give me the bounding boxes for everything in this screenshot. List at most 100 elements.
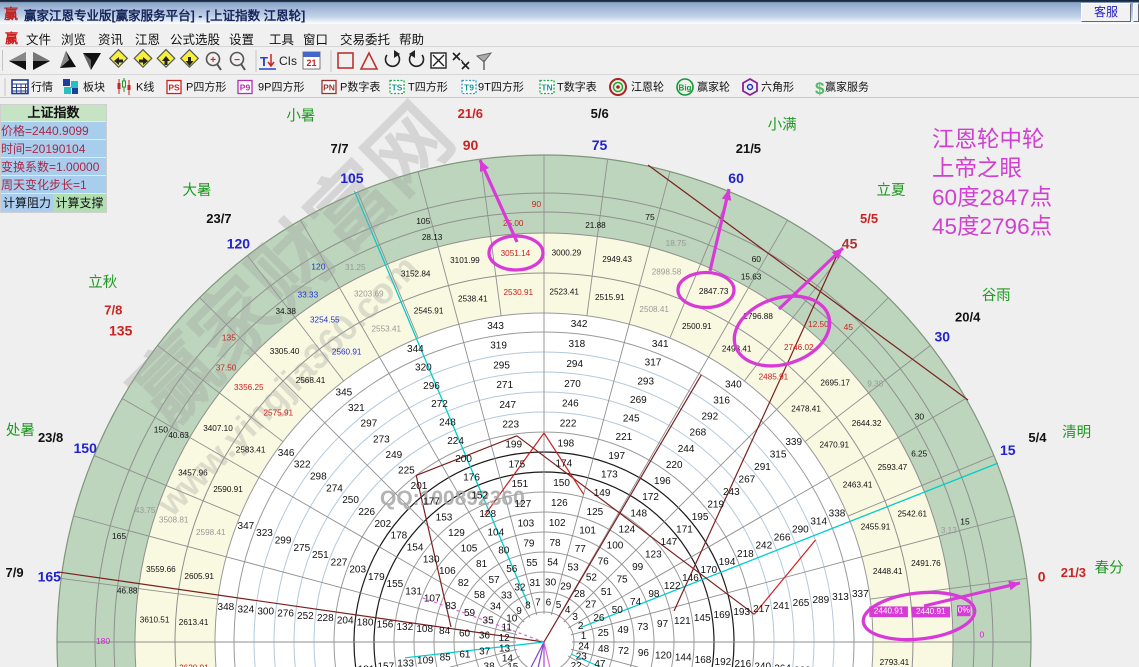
svg-text:75: 75 [616, 575, 628, 586]
svg-text:T四方形: T四方形 [408, 80, 448, 94]
svg-text:0: 0 [1038, 568, 1046, 584]
svg-text:QQ:100892360: QQ:100892360 [380, 487, 525, 510]
svg-text:江恩轮: 江恩轮 [631, 80, 664, 94]
svg-text:47: 47 [594, 659, 606, 667]
svg-text:28.13: 28.13 [422, 233, 443, 242]
svg-text:45度2796点: 45度2796点 [932, 214, 1052, 239]
svg-text:Big: Big [679, 84, 692, 93]
svg-text:7/7: 7/7 [331, 141, 349, 156]
svg-text:P数字表: P数字表 [340, 80, 380, 94]
svg-text:23: 23 [576, 652, 588, 663]
svg-text:9.38: 9.38 [867, 380, 883, 389]
svg-text:上帝之眼: 上帝之眼 [932, 156, 1022, 181]
svg-text:245: 245 [623, 414, 640, 425]
svg-text:203: 203 [349, 565, 366, 576]
svg-text:275: 275 [293, 543, 310, 554]
svg-text:7: 7 [535, 598, 541, 609]
svg-text:342: 342 [571, 319, 588, 330]
svg-text:2598.41: 2598.41 [196, 528, 226, 537]
svg-text:35: 35 [483, 615, 495, 626]
svg-text:165: 165 [112, 531, 126, 541]
svg-text:3203.69: 3203.69 [354, 290, 384, 299]
svg-text:板块: 板块 [83, 80, 105, 94]
svg-text:150: 150 [74, 440, 98, 456]
svg-text:2746.02: 2746.02 [784, 343, 814, 352]
svg-text:348: 348 [218, 602, 235, 613]
svg-text:218: 218 [737, 549, 754, 560]
svg-text:T9: T9 [464, 83, 474, 93]
svg-text:154: 154 [407, 543, 424, 554]
svg-text:248: 248 [439, 417, 456, 428]
svg-text:30: 30 [545, 578, 557, 589]
svg-text:3.13: 3.13 [941, 526, 957, 535]
svg-text:15: 15 [1000, 442, 1016, 458]
svg-text:2515.91: 2515.91 [595, 293, 625, 302]
svg-text:249: 249 [386, 450, 403, 461]
svg-text:77: 77 [575, 544, 587, 555]
svg-text:21.88: 21.88 [585, 221, 606, 230]
svg-text:90: 90 [532, 199, 542, 209]
svg-text:268: 268 [690, 428, 707, 439]
svg-text:322: 322 [294, 460, 311, 471]
svg-text:216: 216 [734, 659, 751, 667]
svg-text:124: 124 [619, 524, 636, 535]
svg-text:125: 125 [587, 507, 604, 518]
svg-text:2440.91: 2440.91 [916, 607, 946, 616]
svg-text:5/4: 5/4 [1028, 430, 1047, 445]
svg-text:250: 250 [342, 495, 359, 506]
svg-text:246: 246 [562, 399, 579, 410]
svg-text:299: 299 [275, 536, 292, 547]
svg-text:98: 98 [648, 589, 660, 600]
svg-text:157: 157 [377, 661, 394, 667]
svg-text:298: 298 [310, 471, 327, 482]
svg-text:六角形: 六角形 [761, 81, 794, 94]
svg-text:48: 48 [598, 644, 610, 655]
svg-text:3152.84: 3152.84 [401, 270, 431, 279]
svg-text:99: 99 [632, 562, 644, 573]
svg-text:38: 38 [484, 661, 496, 667]
svg-text:2538.41: 2538.41 [458, 294, 488, 303]
svg-text:2847.73: 2847.73 [699, 287, 729, 296]
svg-text:P四方形: P四方形 [186, 80, 226, 94]
svg-text:174: 174 [555, 458, 572, 469]
svg-text:36: 36 [479, 631, 491, 642]
svg-text:193: 193 [733, 607, 750, 618]
svg-text:121: 121 [674, 616, 691, 627]
svg-text:133: 133 [397, 658, 414, 667]
svg-text:7/9: 7/9 [6, 565, 24, 580]
svg-text:156: 156 [377, 620, 394, 631]
svg-text:2644.32: 2644.32 [852, 419, 882, 428]
svg-text:228: 228 [317, 613, 334, 624]
svg-text:192: 192 [715, 657, 732, 667]
svg-text:2793.41: 2793.41 [880, 658, 910, 667]
svg-text:32: 32 [514, 582, 526, 593]
svg-text:97: 97 [657, 619, 669, 630]
svg-text:2491.76: 2491.76 [911, 559, 941, 568]
svg-text:45: 45 [842, 236, 858, 252]
svg-text:72: 72 [618, 646, 630, 657]
svg-text:60: 60 [728, 170, 744, 186]
svg-text:129: 129 [448, 528, 465, 539]
svg-text:153: 153 [436, 512, 453, 523]
svg-text:195: 195 [692, 512, 709, 523]
svg-text:123: 123 [645, 550, 662, 561]
svg-text:23/8: 23/8 [38, 430, 63, 445]
svg-text:15.63: 15.63 [741, 273, 762, 282]
svg-text:2575.91: 2575.91 [263, 409, 293, 418]
svg-text:276: 276 [277, 609, 294, 620]
svg-text:54: 54 [547, 558, 559, 569]
svg-text:78: 78 [549, 538, 561, 549]
svg-text:217: 217 [753, 604, 770, 615]
svg-text:344: 344 [407, 344, 424, 355]
svg-text:241: 241 [773, 601, 790, 612]
svg-text:83: 83 [445, 601, 457, 612]
svg-text:4: 4 [565, 605, 571, 616]
svg-text:2542.61: 2542.61 [897, 510, 927, 519]
svg-text:3508.81: 3508.81 [159, 516, 189, 525]
svg-text:79: 79 [523, 538, 535, 549]
svg-text:296: 296 [423, 381, 440, 392]
svg-text:51: 51 [601, 587, 613, 598]
svg-text:243: 243 [723, 487, 740, 498]
svg-text:2: 2 [578, 621, 584, 632]
svg-text:3000.29: 3000.29 [552, 249, 582, 258]
